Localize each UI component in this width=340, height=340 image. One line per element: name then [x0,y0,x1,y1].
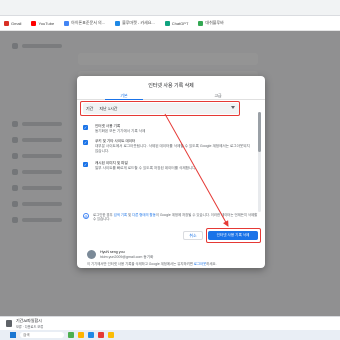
option-cookies[interactable]: ✓ 쿠키 및 기타 사이트 데이터 대부분 사이트에서 로그아웃됩니다. 삭제된… [83,139,253,153]
search-history-link[interactable]: 검색 기록 [114,213,127,217]
browser-tab-strip [0,0,340,16]
bookmark-youtube[interactable]: YouTube [31,20,54,26]
taskbar-search[interactable]: 검색 [20,332,64,338]
bookmarks-bar: Gmail YouTube 아이폰표준문서 의... 블루마켓 - 카세요...… [0,16,340,31]
download-status: 보류 · 다운로드 보류 [16,325,44,329]
profile-row: HyuN seng you hkim.yun2009@gmail.com 동기화 [87,250,257,259]
option-cookies-desc: 대부분 사이트에서 로그아웃됩니다. 삭제된 데이터를 삭제할 수 있도록 Go… [95,143,250,153]
checkbox-checked-icon[interactable]: ✓ [83,140,88,145]
annotation-box-period [80,101,240,116]
app-icon[interactable] [98,332,104,338]
file-icon [6,320,12,327]
tab-basic[interactable]: 기본 [77,90,171,100]
google-account-info: G 로그인한 경우 검색 기록 및 다른 형태의 활동이 Google 계정에 … [83,213,258,222]
folder-icon[interactable] [78,332,84,338]
profile-email: hkim.yun2009@gmail.com 동기화 [100,254,154,259]
option-cache-desc: 일부 사이트를 빠르게 로드할 수 있도록 저장된 데이터를 삭제합니다. [95,165,197,170]
cancel-button[interactable]: 취소 [183,231,203,240]
checkbox-checked-icon[interactable]: ✓ [83,162,88,167]
annotation-box-delete [206,228,261,243]
download-item[interactable]: 기간AI파일합시 보류 · 다운로드 보류 [16,318,43,329]
windows-start-icon[interactable] [10,332,16,338]
dialog-scrollbar[interactable] [258,112,261,212]
sync-note: 이 기기에서만 인터넷 사용 기록을 삭제하고 Google 계정에서는 유지하… [87,262,217,266]
shop-icon [115,20,121,26]
bookmark-icon [198,20,204,26]
chrome-icon[interactable] [108,332,114,338]
google-icon: G [83,213,89,219]
option-cache[interactable]: ✓ 캐시된 이미지 및 파일 일부 사이트를 빠르게 로드할 수 있도록 저장된… [83,161,253,171]
bookmark-gmail[interactable]: Gmail [4,20,21,26]
other-activity-link[interactable]: 다른 형태의 활동 [132,213,156,217]
edge-icon[interactable] [88,332,94,338]
avatar [87,250,96,259]
option-history-desc: 동기화된 모든 기기에서 기록 삭제 [95,128,146,133]
dialog-tabs: 기본 고급 [77,90,265,100]
dialog-title: 인터넷 사용 기록 삭제 [148,83,194,89]
chatgpt-icon [164,20,170,26]
bookmark-chatgpt[interactable]: ChatGPT [164,20,188,26]
download-shelf: 기간AI파일합시 보류 · 다운로드 보류 [0,316,340,330]
os-taskbar: 검색 [0,330,340,340]
doc-icon [64,20,70,26]
bookmark-shop[interactable]: 블루마켓 - 카세요... [115,20,155,26]
bookmark-dash[interactable]: 대쉬블루바 [198,20,224,26]
option-history-title: 인터넷 사용 기록 [95,124,121,128]
checkbox-checked-icon[interactable]: ✓ [83,125,88,130]
option-cache-title: 캐시된 이미지 및 파일 [95,161,128,165]
bookmark-doc[interactable]: 아이폰표준문서 의... [64,20,105,26]
option-history[interactable]: ✓ 인터넷 사용 기록 동기화된 모든 기기에서 기록 삭제 [83,124,253,134]
youtube-icon [31,20,37,26]
gmail-icon [4,20,9,26]
option-cookies-title: 쿠키 및 기타 사이트 데이터 [95,139,136,143]
app-icon[interactable] [68,332,74,338]
sign-out-link[interactable]: 로그아웃 [194,262,206,266]
download-filename: 기간AI파일합시 [16,318,42,323]
tab-advanced[interactable]: 고급 [171,90,265,99]
